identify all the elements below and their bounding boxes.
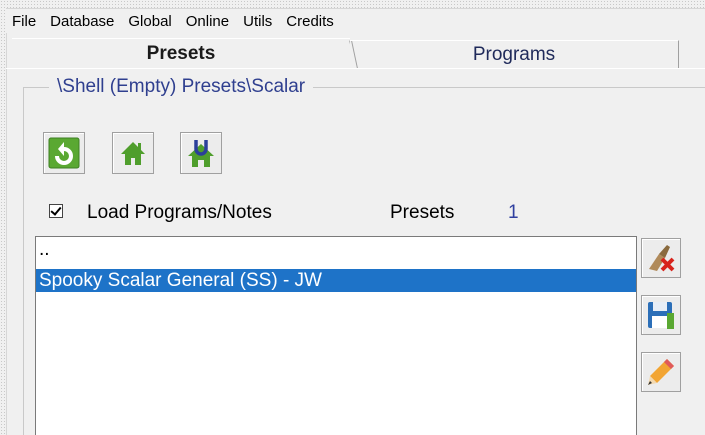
menu-utils[interactable]: Utils <box>236 13 279 30</box>
save-button[interactable] <box>641 295 681 335</box>
menu-database[interactable]: Database <box>43 13 121 30</box>
menu-file[interactable]: File <box>6 13 43 30</box>
list-item-selected[interactable]: Spooky Scalar General (SS) - JW <box>36 269 636 292</box>
tab-strip: Presets Programs <box>6 38 705 68</box>
up-home-icon <box>188 140 214 167</box>
menu-global[interactable]: Global <box>121 13 178 30</box>
presets-list[interactable]: .. Spooky Scalar General (SS) - JW <box>35 236 637 435</box>
presets-count-value: 1 <box>508 202 519 223</box>
presets-count-label: Presets <box>390 202 455 223</box>
save-icon <box>648 302 674 329</box>
home-button[interactable] <box>112 132 154 174</box>
delete-button[interactable] <box>641 238 681 278</box>
tab-divider <box>6 68 705 69</box>
edit-icon <box>648 359 674 385</box>
window-edge-top <box>0 0 705 8</box>
menu-online[interactable]: Online <box>179 13 236 30</box>
edit-button[interactable] <box>641 352 681 392</box>
tab-presets[interactable]: Presets <box>12 38 350 68</box>
up-home-button[interactable] <box>180 132 222 174</box>
list-item-parent[interactable]: .. <box>36 240 636 266</box>
menu-bar: File Database Global Online Utils Credit… <box>6 9 705 33</box>
menu-credits[interactable]: Credits <box>279 13 341 30</box>
preset-path: \Shell (Empty) Presets\Scalar <box>49 76 314 98</box>
tab-programs[interactable]: Programs <box>349 40 679 68</box>
refresh-up-button[interactable] <box>43 132 85 174</box>
home-icon <box>121 142 145 165</box>
tab-overflow[interactable] <box>678 41 705 68</box>
delete-icon <box>649 245 675 272</box>
load-programs-label: Load Programs/Notes <box>87 202 272 223</box>
load-programs-checkbox[interactable] <box>49 204 63 218</box>
refresh-up-icon <box>48 137 80 169</box>
